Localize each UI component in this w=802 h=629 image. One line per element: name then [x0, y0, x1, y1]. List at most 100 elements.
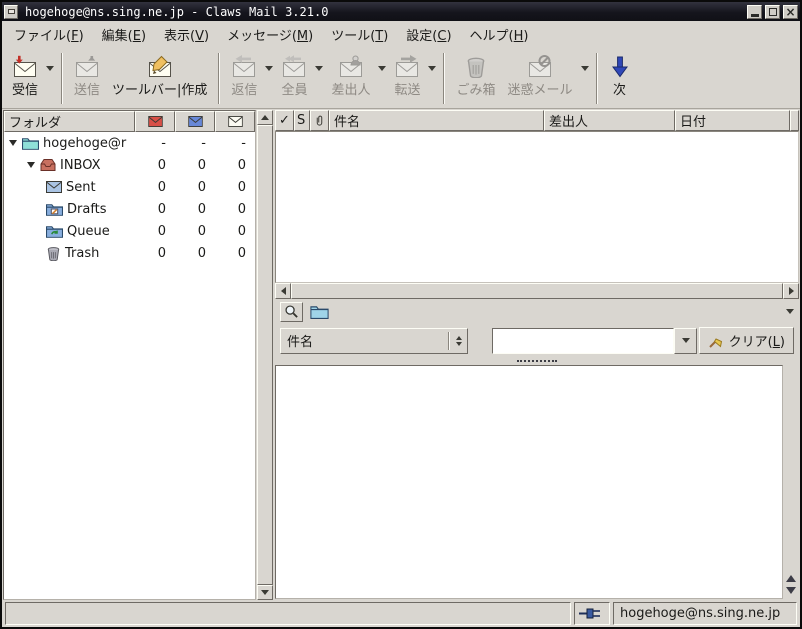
message-list-horizontal-scrollbar[interactable]: [275, 283, 799, 299]
mark-column-header[interactable]: ✓: [275, 110, 294, 131]
chevron-down-icon: [378, 66, 386, 71]
reply-icon: [232, 54, 256, 80]
claws-mail-window: hogehoge@ns.sing.ne.jp - Claws Mail 3.21…: [0, 0, 802, 629]
scrollbar-thumb[interactable]: [257, 125, 273, 585]
toolbar-reply-all-button[interactable]: 全員: [275, 51, 313, 106]
search-input[interactable]: [492, 328, 674, 354]
statusbar: hogehoge@ns.sing.ne.jp: [2, 600, 800, 627]
subject-column-header[interactable]: 件名: [329, 110, 544, 131]
folder-row-drafts[interactable]: Drafts 0 0 0: [4, 198, 255, 220]
status-column-header[interactable]: S: [294, 110, 310, 131]
menu-view[interactable]: 表示(V): [155, 20, 218, 49]
quick-search-bar: [275, 299, 799, 324]
folder-row-account[interactable]: hogehoge@r - - -: [4, 132, 255, 154]
folder-vertical-scrollbar[interactable]: [257, 110, 273, 600]
message-view: [275, 365, 783, 599]
menu-message[interactable]: メッセージ(M): [218, 20, 322, 49]
toolbar-send-button[interactable]: 送信: [68, 51, 106, 106]
combo-arrows-icon: [453, 336, 465, 346]
toolbar-separator: [61, 53, 63, 104]
scroll-left-button[interactable]: [275, 283, 291, 299]
pane-divider[interactable]: [275, 357, 799, 365]
online-status[interactable]: [574, 602, 610, 625]
search-history-dropdown[interactable]: [674, 328, 697, 354]
date-column-header[interactable]: 日付: [675, 110, 790, 131]
folder-new-count: 0: [135, 224, 175, 239]
menu-edit[interactable]: 編集(E): [93, 20, 155, 49]
search-criteria-combo[interactable]: 件名: [280, 328, 468, 354]
message-list[interactable]: [275, 131, 799, 283]
forward-dropdown[interactable]: [426, 51, 438, 106]
folder-row-inbox[interactable]: INBOX 0 0 0: [4, 154, 255, 176]
queue-folder-icon: [46, 224, 63, 238]
broom-icon: [708, 333, 724, 349]
folder-column-header[interactable]: フォルダ: [4, 111, 135, 132]
collapse-search-icon[interactable]: [786, 309, 794, 314]
maximize-icon: [769, 8, 777, 16]
folder-total-count: 0: [215, 202, 255, 217]
folder-row-trash[interactable]: Trash 0 0 0: [4, 242, 255, 264]
folder-unread-count: 0: [175, 224, 215, 239]
trash-folder-icon: [46, 246, 61, 261]
menu-help[interactable]: ヘルプ(H): [461, 20, 538, 49]
combo-separator: [448, 332, 450, 350]
spam-dropdown[interactable]: [579, 51, 591, 106]
maximize-button[interactable]: [765, 5, 780, 19]
folder-row-sent[interactable]: Sent 0 0 0: [4, 176, 255, 198]
reply-all-dropdown[interactable]: [313, 51, 325, 106]
folder-name: Trash: [65, 246, 99, 261]
reply-dropdown[interactable]: [263, 51, 275, 106]
toolbar-label: ごみ箱: [456, 83, 495, 98]
scroll-up-icon[interactable]: [786, 575, 796, 582]
from-column-header[interactable]: 差出人: [544, 110, 675, 131]
get-mail-dropdown[interactable]: [44, 51, 56, 106]
window-title: hogehoge@ns.sing.ne.jp - Claws Mail 3.21…: [21, 5, 744, 19]
toolbar-reply-sender-button[interactable]: 差出人: [325, 51, 376, 106]
close-button[interactable]: ×: [783, 5, 798, 19]
window-menu-button[interactable]: [4, 5, 18, 19]
clear-search-button[interactable]: クリア(L): [699, 327, 794, 354]
expander-icon[interactable]: [26, 162, 36, 168]
folder-new-count: 0: [135, 246, 175, 261]
current-account[interactable]: hogehoge@ns.sing.ne.jp: [613, 602, 797, 625]
reply-sender-dropdown[interactable]: [376, 51, 388, 106]
folder-unread-count: 0: [175, 158, 215, 173]
toolbar-label: 次: [613, 83, 626, 98]
reply-sender-icon: [339, 54, 363, 80]
message-view-wrap: [275, 365, 799, 599]
toolbar-forward-button[interactable]: 転送: [388, 51, 426, 106]
minimize-button[interactable]: [747, 5, 762, 19]
folder-row-queue[interactable]: Queue 0 0 0: [4, 220, 255, 242]
clip-icon: [315, 114, 324, 128]
folder-new-count: 0: [135, 158, 175, 173]
toolbar-label: 送信: [74, 83, 100, 98]
scroll-down-icon[interactable]: [786, 587, 796, 594]
unread-column-header[interactable]: [175, 111, 215, 132]
quick-search-button[interactable]: [280, 302, 303, 322]
toolbar-label: 転送: [394, 83, 420, 98]
network-plug-icon: [579, 607, 605, 620]
folder-name: INBOX: [60, 158, 101, 173]
menu-config[interactable]: 設定(C): [397, 20, 460, 49]
scroll-down-button[interactable]: [257, 585, 273, 600]
toolbar-compose-button[interactable]: ツールバー|作成: [106, 51, 213, 106]
toolbar-reply-button[interactable]: 返信: [225, 51, 263, 106]
toolbar-get-mail-button[interactable]: 受信: [6, 51, 44, 106]
toolbar-label: ツールバー|作成: [112, 83, 207, 98]
toolbar-spam-button[interactable]: 迷惑メール: [502, 51, 579, 106]
menu-file[interactable]: ファイル(F): [5, 20, 93, 49]
expander-icon[interactable]: [8, 140, 18, 146]
clear-search-label: クリア(L): [729, 331, 785, 350]
scroll-right-button[interactable]: [783, 283, 799, 299]
inbox-icon: [40, 158, 56, 172]
toolbar-trash-button[interactable]: ごみ箱: [450, 51, 501, 106]
menu-tools[interactable]: ツール(T): [322, 20, 397, 49]
total-column-header[interactable]: [215, 111, 255, 132]
scroll-up-button[interactable]: [257, 110, 273, 125]
attachment-column-header[interactable]: [310, 110, 329, 131]
titlebar[interactable]: hogehoge@ns.sing.ne.jp - Claws Mail 3.21…: [2, 2, 800, 21]
new-column-header[interactable]: [135, 111, 175, 132]
search-scope-folder-icon[interactable]: [310, 304, 329, 319]
toolbar-next-button[interactable]: 次: [603, 51, 637, 106]
scrollbar-thumb[interactable]: [291, 283, 783, 299]
